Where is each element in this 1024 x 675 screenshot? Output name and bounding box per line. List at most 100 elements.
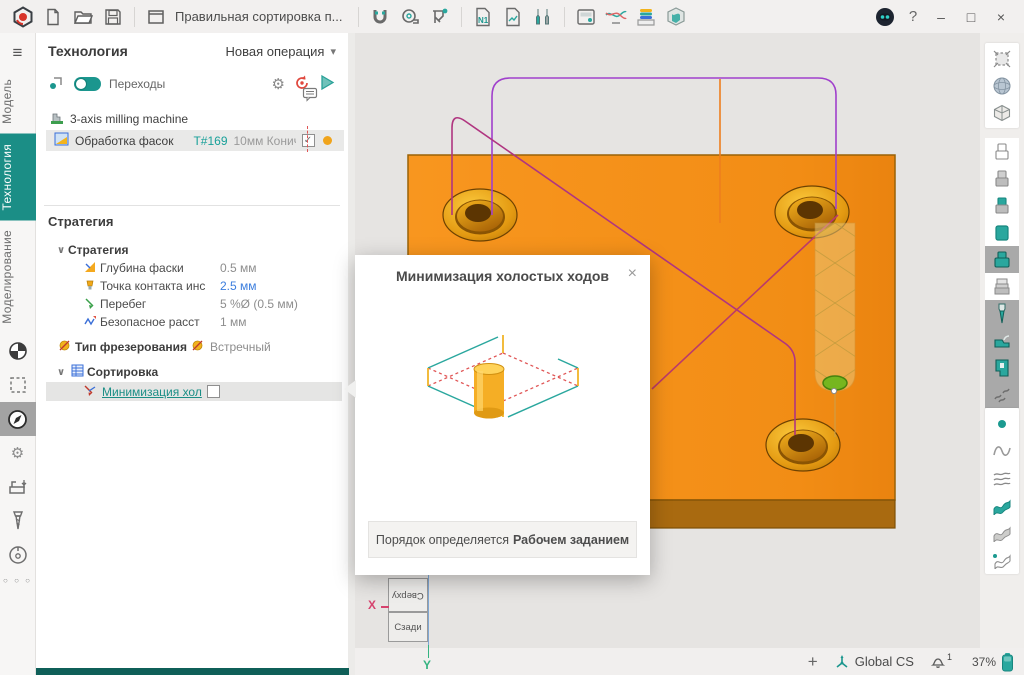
param-row-safe-distance[interactable]: Безопасное расст 1 мм: [36, 313, 348, 331]
new-operation-dropdown[interactable]: Новая операция: [226, 44, 325, 59]
minimize-air-moves-link[interactable]: Минимизация хол: [102, 385, 202, 399]
layers-stack-icon[interactable]: [631, 5, 661, 29]
point-display-icon[interactable]: [985, 410, 1019, 437]
sorting-group-row[interactable]: ∨ Сортировка: [36, 363, 348, 381]
part-layered-icon[interactable]: [985, 273, 1019, 300]
left-rail: ≡ Модель Технология Моделирование ⚙: [0, 33, 36, 675]
navigator-compass-icon[interactable]: [0, 402, 36, 436]
workpiece-gray-icon[interactable]: [985, 165, 1019, 192]
hole-top-left[interactable]: [443, 189, 517, 241]
assistant-robot-icon[interactable]: [870, 5, 900, 29]
transitions-toggle[interactable]: [74, 77, 101, 91]
coordinate-system-selector[interactable]: Global CS: [834, 654, 914, 670]
minimize-checkbox-unchecked[interactable]: [207, 385, 220, 398]
tab-model[interactable]: Модель: [0, 69, 36, 134]
selection-box-icon[interactable]: [0, 368, 36, 402]
shaded-sphere-icon[interactable]: [985, 72, 1019, 99]
nc-program-icon[interactable]: N1: [468, 5, 498, 29]
curve-display-icon[interactable]: [985, 437, 1019, 464]
stock-cylinder-icon[interactable]: [985, 219, 1019, 246]
cs-label: Global CS: [855, 654, 914, 669]
surface-flag-icon[interactable]: [985, 545, 1019, 572]
toggle-knob: [75, 78, 87, 90]
help-button[interactable]: ?: [900, 8, 926, 25]
new-file-button[interactable]: [38, 5, 68, 29]
view-cube[interactable]: Сверху Сзади X Y: [385, 575, 455, 670]
close-button[interactable]: ×: [986, 9, 1016, 25]
tools-library-icon[interactable]: [528, 5, 558, 29]
param-value-highlighted[interactable]: 2.5 мм: [220, 279, 257, 293]
param-value[interactable]: 1 мм: [220, 315, 247, 329]
view-cube-front-face[interactable]: Сзади: [388, 612, 428, 642]
tab-technology[interactable]: Технология: [0, 134, 36, 221]
resource-indicator[interactable]: 37%: [972, 652, 1014, 672]
param-row-overrun[interactable]: Перебег 5 %Ø (0.5 мм): [36, 295, 348, 313]
gauge-icon[interactable]: [0, 538, 36, 572]
run-simulation-icon[interactable]: [319, 74, 336, 94]
fit-view-icon[interactable]: [985, 45, 1019, 72]
operation-tool-id: T#169: [193, 134, 227, 148]
operation-checkbox-checked[interactable]: ✓: [302, 134, 315, 147]
tool-contact-point: [831, 388, 836, 393]
add-cs-button[interactable]: +: [808, 652, 818, 672]
notifications-button[interactable]: 1: [930, 653, 956, 670]
settings-gear-icon[interactable]: ⚙: [0, 436, 36, 470]
magnet-snap-icon[interactable]: [365, 5, 395, 29]
footer-text: Порядок определяется: [376, 533, 509, 547]
surfaces-stack-icon[interactable]: [985, 464, 1019, 491]
datum-mark-icon[interactable]: [0, 334, 36, 368]
document-title[interactable]: Правильная сортировка п...: [175, 9, 342, 24]
param-row-chamfer-depth[interactable]: Глубина фаски 0.5 мм: [36, 259, 348, 277]
popup-close-icon[interactable]: ×: [628, 266, 637, 282]
measure-tape-icon[interactable]: [395, 5, 425, 29]
hole-bottom-right[interactable]: [766, 419, 840, 471]
transitions-icon[interactable]: [48, 74, 66, 95]
part-display-selected-icon[interactable]: [985, 246, 1019, 273]
chevron-down-icon[interactable]: ▾: [330, 45, 336, 58]
separator: [358, 7, 359, 27]
machine-setup-icon[interactable]: [0, 470, 36, 504]
param-value[interactable]: 5 %Ø (0.5 мм): [220, 297, 298, 311]
tool-drill-icon[interactable]: [0, 504, 36, 538]
menu-icon[interactable]: ≡: [13, 43, 23, 63]
workpiece-teal-top-icon[interactable]: [985, 192, 1019, 219]
tab-modeling[interactable]: Моделирование: [0, 220, 36, 334]
viewport-3d[interactable]: Сверху Сзади X Y Минимизация холостых хо…: [355, 33, 980, 648]
workpiece-hidden-icon[interactable]: [985, 138, 1019, 165]
milling-type-value[interactable]: Встречный: [210, 340, 271, 354]
strategy-group-row[interactable]: ∨ Стратегия: [36, 241, 348, 259]
operation-settings-icon[interactable]: ⚙: [272, 75, 285, 93]
milling-type-row[interactable]: Тип фрезерования Встречный: [36, 338, 348, 356]
maximize-button[interactable]: □: [956, 9, 986, 25]
wireframe-box-icon[interactable]: [985, 99, 1019, 126]
svg-text:N1: N1: [478, 16, 489, 25]
open-file-button[interactable]: [68, 5, 98, 29]
simulation-box-icon[interactable]: [661, 5, 691, 29]
show-machine-icon[interactable]: [985, 354, 1019, 381]
save-button[interactable]: [98, 5, 128, 29]
minimize-button[interactable]: –: [926, 9, 956, 25]
machine-icon: [50, 111, 65, 128]
collapse-caret-icon[interactable]: ∨: [54, 245, 68, 256]
comment-icon[interactable]: [302, 87, 318, 105]
param-row-contact-point[interactable]: Точка контакта инс 2.5 мм: [36, 277, 348, 295]
param-label: Точка контакта инс: [100, 279, 220, 293]
view-cube-top-face[interactable]: Сверху: [388, 578, 428, 612]
collapse-caret-icon[interactable]: ∨: [54, 367, 68, 378]
param-value[interactable]: 0.5 мм: [220, 261, 257, 275]
minimize-air-moves-row[interactable]: Минимизация хол: [46, 382, 342, 401]
depth-icon: [84, 261, 96, 276]
show-fixture-icon[interactable]: [985, 327, 1019, 354]
report-icon[interactable]: [498, 5, 528, 29]
surface-gray-icon[interactable]: [985, 518, 1019, 545]
analytics-curves-icon[interactable]: [601, 5, 631, 29]
show-tool-icon[interactable]: [985, 300, 1019, 327]
machine-tree-item[interactable]: 3-axis milling machine: [36, 109, 348, 129]
more-tools-button[interactable]: ○ ○ ○: [3, 576, 32, 585]
show-toolpath-icon[interactable]: [985, 381, 1019, 408]
contact-point-icon: [84, 279, 96, 294]
surface-teal-icon[interactable]: [985, 491, 1019, 518]
operation-tree-item-selected[interactable]: Обработка фасок T#169 10мм Конич ✓: [46, 130, 344, 151]
calculator-icon[interactable]: [571, 5, 601, 29]
caliper-icon[interactable]: [425, 5, 455, 29]
